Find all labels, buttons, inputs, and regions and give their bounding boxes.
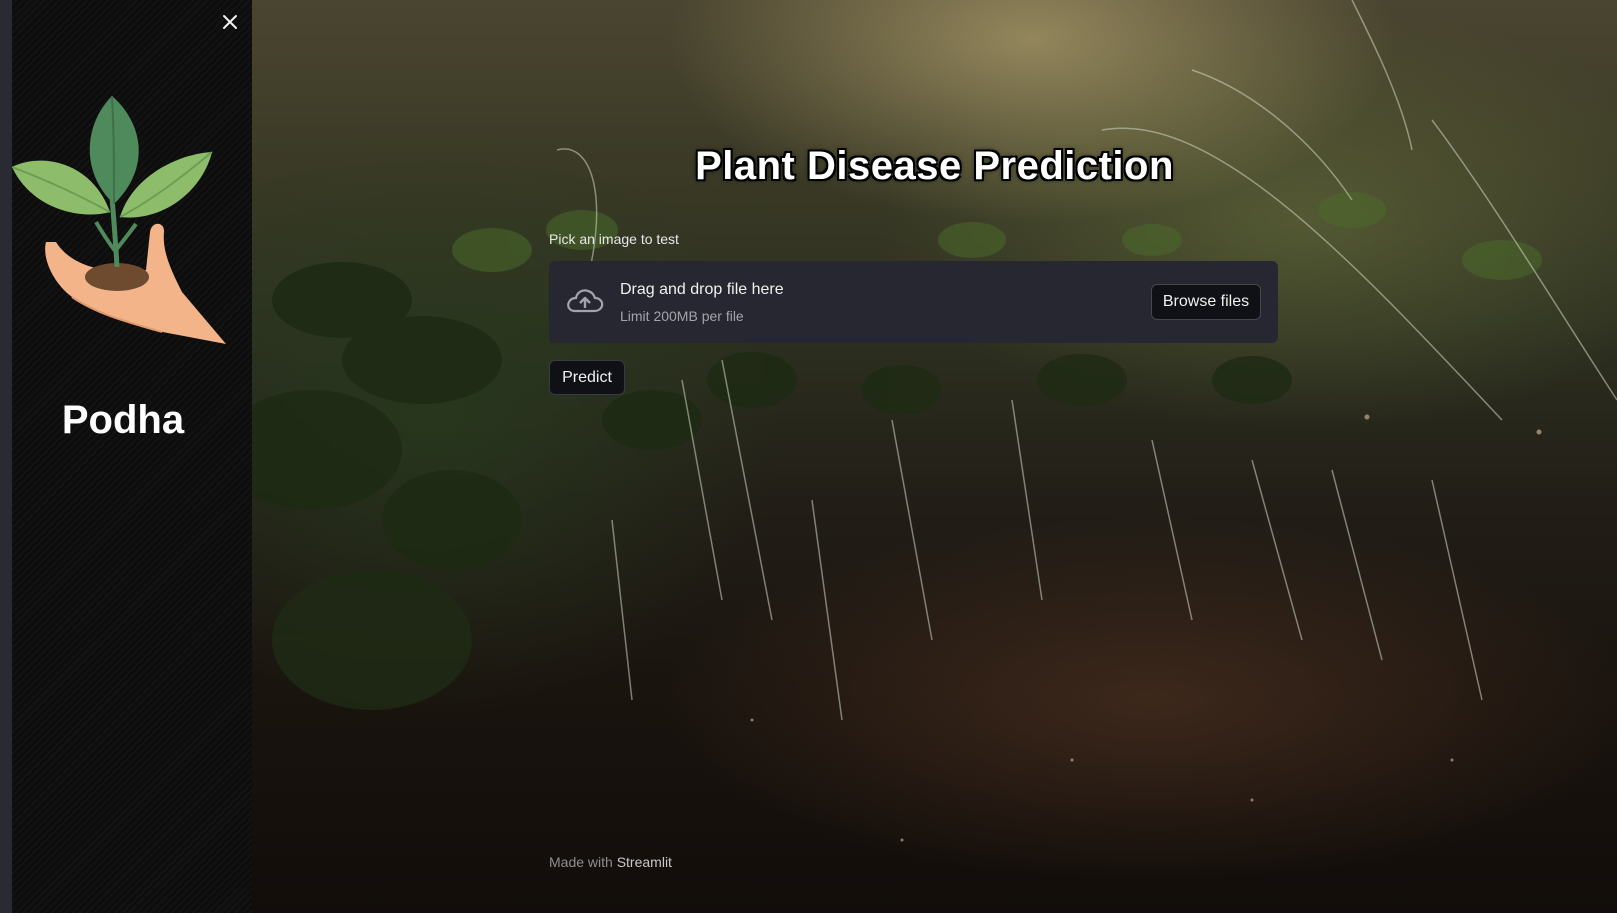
footer: Made with Streamlit [549, 854, 672, 870]
app-window: Podha Plant Disease Prediction Pick an i… [0, 0, 1617, 913]
drop-instructions: Drag and drop file here [620, 281, 784, 298]
predict-button[interactable]: Predict [549, 360, 625, 395]
file-uploader-dropzone[interactable]: Drag and drop file here Limit 200MB per … [549, 261, 1278, 343]
browse-files-button[interactable]: Browse files [1151, 284, 1261, 320]
footer-prefix: Made with [549, 854, 613, 870]
plant-in-hand-logo [12, 92, 248, 362]
file-size-limit: Limit 200MB per file [620, 308, 744, 324]
uploader-label: Pick an image to test [549, 231, 679, 247]
left-edge-strip [0, 0, 12, 913]
page-title: Plant Disease Prediction [695, 144, 1174, 188]
close-icon[interactable] [216, 8, 244, 36]
cloud-upload-icon [565, 285, 605, 317]
brand-name: Podha [61, 398, 185, 442]
background-image [252, 0, 1617, 842]
streamlit-link[interactable]: Streamlit [617, 854, 672, 870]
main-content: Plant Disease Prediction Pick an image t… [252, 0, 1617, 913]
sidebar: Podha [12, 0, 252, 913]
